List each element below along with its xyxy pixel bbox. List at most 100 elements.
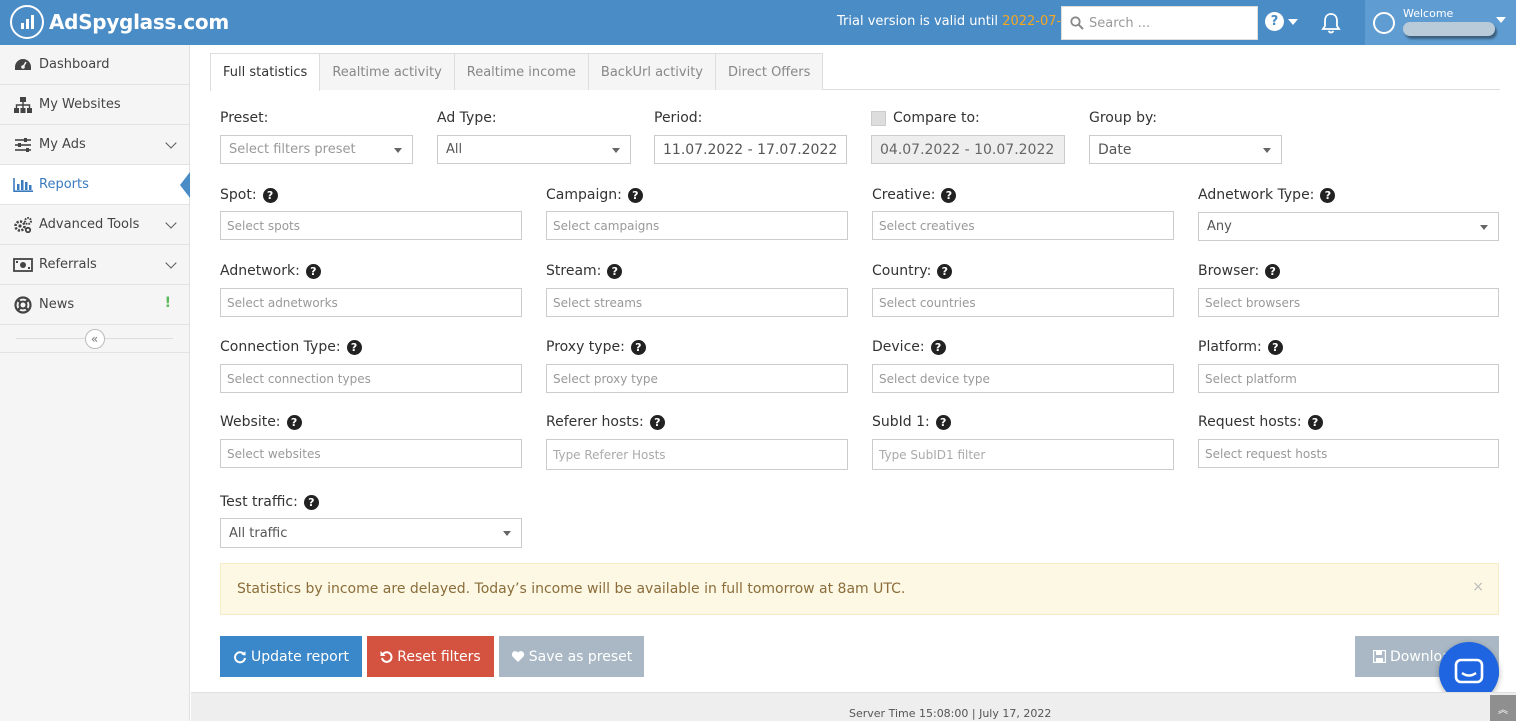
sidebar-item-label: Advanced Tools: [39, 217, 140, 232]
income-delay-alert: Statistics by income are delayed. Today’…: [220, 563, 1499, 615]
campaign-input[interactable]: Select campaigns: [546, 211, 848, 240]
footer: Server Time 15:08:00 | July 17, 2022 ︽: [191, 692, 1516, 721]
help-icon[interactable]: ?: [627, 187, 643, 203]
adnetwork-type-select[interactable]: Any: [1198, 212, 1499, 241]
reset-filters-button[interactable]: Reset filters: [367, 636, 494, 677]
brand-logo-link[interactable]: AdSpyglass.com: [10, 5, 229, 39]
website-input[interactable]: Select websites: [220, 439, 522, 468]
connection-type-input[interactable]: Select connection types: [220, 364, 522, 393]
sidebar-item-dashboard[interactable]: Dashboard: [0, 45, 189, 85]
heart-icon: [511, 651, 524, 662]
creative-input[interactable]: Select creatives: [872, 211, 1174, 240]
help-icon[interactable]: ?: [937, 263, 953, 279]
ad-type-select[interactable]: All: [437, 135, 631, 164]
help-icon[interactable]: ?: [346, 339, 362, 355]
help-icon[interactable]: ?: [1307, 414, 1323, 430]
help-icon[interactable]: ?: [305, 263, 321, 279]
help-icon[interactable]: ?: [303, 494, 319, 510]
alert-close-button[interactable]: ×: [1472, 579, 1484, 595]
tab-realtime-income[interactable]: Realtime income: [453, 53, 589, 90]
save-icon: [1373, 650, 1386, 663]
subid1-label: SubId 1:?: [872, 414, 951, 430]
sidebar-item-referrals[interactable]: Referrals: [0, 245, 189, 285]
caret-down-icon: [1288, 18, 1298, 25]
country-label: Country:?: [872, 263, 953, 279]
search-box[interactable]: Search ...: [1061, 6, 1258, 40]
tab-backurl-activity[interactable]: BackUrl activity: [587, 53, 717, 90]
sidebar-item-label: My Websites: [39, 97, 121, 112]
spot-input[interactable]: Select spots: [220, 211, 522, 240]
tab-direct-offers[interactable]: Direct Offers: [715, 53, 824, 90]
update-report-button[interactable]: Update report: [220, 636, 362, 677]
compare-to-checkbox[interactable]: [871, 110, 886, 126]
tab-realtime-activity[interactable]: Realtime activity: [319, 53, 455, 90]
browser-input[interactable]: Select browsers: [1198, 288, 1499, 317]
device-label: Device:?: [872, 339, 946, 355]
collapse-sidebar-button[interactable]: «: [84, 328, 105, 349]
tab-full-statistics[interactable]: Full statistics: [210, 53, 321, 91]
device-input[interactable]: Select device type: [872, 364, 1174, 393]
country-input[interactable]: Select countries: [872, 288, 1174, 317]
help-icon[interactable]: ?: [1320, 187, 1336, 203]
help-icon[interactable]: ?: [286, 414, 302, 430]
sidebar-item-my-ads[interactable]: My Ads: [0, 125, 189, 165]
request-hosts-input[interactable]: Select request hosts: [1198, 439, 1499, 468]
help-menu-button[interactable]: ?: [1265, 12, 1298, 31]
caret-down-icon: [1263, 148, 1271, 153]
website-label: Website:?: [220, 414, 302, 430]
chevron-down-icon: [165, 257, 177, 269]
chevron-up-icon: ︽: [1498, 704, 1508, 716]
help-icon[interactable]: ?: [607, 263, 623, 279]
period-date-range-input[interactable]: 11.07.2022 - 17.07.2022: [654, 135, 847, 164]
save-as-preset-button[interactable]: Save as preset: [499, 636, 644, 677]
user-avatar-icon: [1373, 12, 1395, 34]
scroll-to-top-button[interactable]: ︽: [1490, 695, 1516, 721]
proxy-type-input[interactable]: Select proxy type: [546, 364, 848, 393]
help-icon[interactable]: ?: [930, 339, 946, 355]
spot-label: Spot:?: [220, 187, 278, 203]
preset-select[interactable]: Select filters preset: [220, 135, 413, 164]
caret-down-icon: [394, 148, 402, 153]
help-icon[interactable]: ?: [630, 339, 646, 355]
caret-down-icon: [612, 148, 620, 153]
proxy-type-label: Proxy type:?: [546, 339, 646, 355]
subid1-input[interactable]: Type SubID1 filter: [872, 439, 1174, 470]
test-traffic-select[interactable]: All traffic: [220, 518, 522, 548]
sidebar-item-label: News: [39, 297, 75, 312]
sidebar-item-reports[interactable]: Reports: [0, 165, 190, 205]
adnetwork-label: Adnetwork:?: [220, 263, 321, 279]
sidebar-item-advanced-tools[interactable]: Advanced Tools: [0, 205, 189, 245]
sidebar-item-news[interactable]: News !: [0, 285, 189, 325]
help-icon[interactable]: ?: [1267, 339, 1283, 355]
bar-chart-icon: [12, 177, 34, 193]
request-hosts-label: Request hosts:?: [1198, 414, 1323, 430]
chevron-down-icon: [165, 137, 177, 149]
help-icon[interactable]: ?: [1265, 263, 1281, 279]
sidebar-collapse-row: «: [0, 325, 189, 353]
caret-down-icon: [1496, 17, 1506, 23]
browser-label: Browser:?: [1198, 263, 1281, 279]
help-icon[interactable]: ?: [262, 187, 278, 203]
dashboard-icon: [12, 57, 34, 73]
referer-hosts-input[interactable]: Type Referer Hosts: [546, 439, 848, 470]
caret-down-icon: [503, 531, 511, 536]
adnetwork-input[interactable]: Select adnetworks: [220, 288, 522, 317]
notifications-button[interactable]: [1321, 12, 1341, 38]
campaign-label: Campaign:?: [546, 187, 643, 203]
refresh-icon: [234, 650, 247, 663]
group-by-select[interactable]: Date: [1089, 135, 1282, 164]
help-icon[interactable]: ?: [649, 414, 665, 430]
stream-input[interactable]: Select streams: [546, 288, 848, 317]
user-menu[interactable]: Welcome: [1365, 0, 1516, 45]
question-icon: ?: [1265, 12, 1284, 31]
sidebar-item-label: Reports: [39, 177, 89, 192]
search-input[interactable]: Search ...: [1089, 16, 1150, 31]
username-redacted: [1403, 22, 1495, 36]
creative-label: Creative:?: [872, 187, 957, 203]
help-icon[interactable]: ?: [935, 414, 951, 430]
sidebar-item-my-websites[interactable]: My Websites: [0, 85, 189, 125]
platform-input[interactable]: Select platform: [1198, 364, 1499, 393]
stream-label: Stream:?: [546, 263, 623, 279]
help-icon[interactable]: ?: [941, 187, 957, 203]
sidebar-item-label: My Ads: [39, 137, 86, 152]
